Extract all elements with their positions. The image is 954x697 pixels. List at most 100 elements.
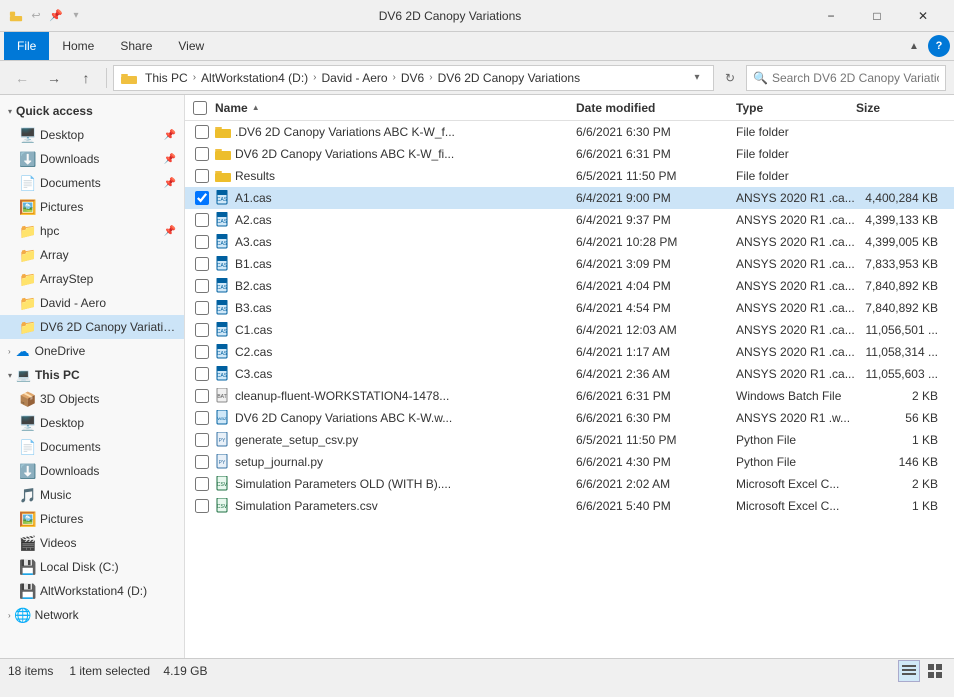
- sidebar-item-dv6-canopy[interactable]: 📁 DV6 2D Canopy Variations: [0, 315, 184, 339]
- col-size-header[interactable]: Size: [856, 101, 946, 115]
- address-dropdown-button[interactable]: ▾: [687, 66, 707, 90]
- sidebar-item-downloads[interactable]: ⬇️ Downloads 📌: [0, 147, 184, 171]
- file-checkbox-17[interactable]: [193, 497, 211, 515]
- address-bar[interactable]: This PC › AltWorkstation4 (D:) › David -…: [113, 65, 714, 91]
- file-checkbox-9[interactable]: [193, 321, 211, 339]
- refresh-button[interactable]: ↻: [718, 66, 742, 90]
- sidebar-item-documents[interactable]: 📄 Documents 📌: [0, 171, 184, 195]
- file-row[interactable]: CAS A1.cas 6/4/2021 9:00 PM ANSYS 2020 R…: [185, 187, 954, 209]
- file-row[interactable]: DV6 2D Canopy Variations ABC K-W_fi... 6…: [185, 143, 954, 165]
- file-checkbox-11[interactable]: [193, 365, 211, 383]
- file-checkbox-6[interactable]: [193, 255, 211, 273]
- file-checkbox-3[interactable]: [193, 189, 211, 207]
- file-row[interactable]: CAS A3.cas 6/4/2021 10:28 PM ANSYS 2020 …: [185, 231, 954, 253]
- dropdown-icon[interactable]: ▾: [68, 8, 84, 24]
- file-row[interactable]: CAS C2.cas 6/4/2021 1:17 AM ANSYS 2020 R…: [185, 341, 954, 363]
- address-part-david[interactable]: David - Aero: [319, 70, 391, 86]
- file-checkbox-13[interactable]: [193, 409, 211, 427]
- address-part-thispc[interactable]: This PC: [142, 70, 191, 86]
- sidebar-label-3d-objects: 3D Objects: [40, 392, 176, 406]
- sidebar-item-onedrive[interactable]: › ☁ OneDrive: [0, 339, 184, 363]
- this-pc-header[interactable]: ▾ 💻 This PC: [0, 363, 184, 387]
- address-part-canopy[interactable]: DV6 2D Canopy Variations: [435, 70, 584, 86]
- quick-access-icon[interactable]: [8, 8, 24, 24]
- up-button[interactable]: ↑: [72, 64, 100, 92]
- large-icons-view-button[interactable]: [924, 660, 946, 682]
- sidebar-item-arraystep[interactable]: 📁 ArrayStep: [0, 267, 184, 291]
- sidebar-item-local-disk[interactable]: 💾 Local Disk (C:): [0, 555, 184, 579]
- file-checkbox-8[interactable]: [193, 299, 211, 317]
- tab-file[interactable]: File: [4, 32, 49, 60]
- ribbon-collapse-button[interactable]: ▲: [900, 32, 928, 60]
- file-checkbox-1[interactable]: [193, 145, 211, 163]
- help-button[interactable]: ?: [928, 35, 950, 57]
- minimize-button[interactable]: −: [808, 0, 854, 32]
- maximize-button[interactable]: □: [854, 0, 900, 32]
- close-button[interactable]: ✕: [900, 0, 946, 32]
- file-checkbox-14[interactable]: [193, 431, 211, 449]
- svg-text:CAS: CAS: [217, 285, 228, 291]
- file-row[interactable]: WBZ DV6 2D Canopy Variations ABC K-W.w..…: [185, 407, 954, 429]
- sidebar-label-videos: Videos: [40, 536, 176, 550]
- file-row[interactable]: CSV Simulation Parameters OLD (WITH B)..…: [185, 473, 954, 495]
- select-all-checkbox[interactable]: [193, 101, 207, 115]
- file-row[interactable]: BAT cleanup-fluent-WORKSTATION4-1478... …: [185, 385, 954, 407]
- file-row[interactable]: CSV Simulation Parameters.csv 6/6/2021 5…: [185, 495, 954, 517]
- file-row[interactable]: CAS B3.cas 6/4/2021 4:54 PM ANSYS 2020 R…: [185, 297, 954, 319]
- file-checkbox-12[interactable]: [193, 387, 211, 405]
- sidebar-item-desktop[interactable]: 🖥️ Desktop 📌: [0, 123, 184, 147]
- undo-icon[interactable]: ↩: [28, 8, 44, 24]
- file-row[interactable]: CAS C1.cas 6/4/2021 12:03 AM ANSYS 2020 …: [185, 319, 954, 341]
- file-checkbox-5[interactable]: [193, 233, 211, 251]
- sidebar-item-music[interactable]: 🎵 Music: [0, 483, 184, 507]
- sidebar-item-david-aero[interactable]: 📁 David - Aero: [0, 291, 184, 315]
- sidebar-item-pictures2[interactable]: 🖼️ Pictures: [0, 507, 184, 531]
- sidebar-item-pictures[interactable]: 🖼️ Pictures: [0, 195, 184, 219]
- file-checkbox-4[interactable]: [193, 211, 211, 229]
- file-row[interactable]: PY generate_setup_csv.py 6/5/2021 11:50 …: [185, 429, 954, 451]
- address-part-drive[interactable]: AltWorkstation4 (D:): [198, 70, 311, 86]
- file-checkbox-16[interactable]: [193, 475, 211, 493]
- sidebar-item-desktop2[interactable]: 🖥️ Desktop: [0, 411, 184, 435]
- file-checkbox-15[interactable]: [193, 453, 211, 471]
- search-input[interactable]: [772, 71, 939, 85]
- forward-button[interactable]: →: [40, 64, 68, 92]
- pin-icon-desktop: 📌: [164, 130, 176, 141]
- search-box[interactable]: 🔍: [746, 65, 946, 91]
- file-row[interactable]: .DV6 2D Canopy Variations ABC K-W_f... 6…: [185, 121, 954, 143]
- file-checkbox-0[interactable]: [193, 123, 211, 141]
- sidebar-item-downloads2[interactable]: ⬇️ Downloads: [0, 459, 184, 483]
- onedrive-icon: ☁: [15, 343, 31, 359]
- col-date-header[interactable]: Date modified: [576, 101, 736, 115]
- sidebar-item-array[interactable]: 📁 Array: [0, 243, 184, 267]
- col-type-header[interactable]: Type: [736, 101, 856, 115]
- address-part-dv6[interactable]: DV6: [398, 70, 427, 86]
- sidebar-item-videos[interactable]: 🎬 Videos: [0, 531, 184, 555]
- pin-icon[interactable]: 📌: [48, 8, 64, 24]
- sidebar-item-3d-objects[interactable]: 📦 3D Objects: [0, 387, 184, 411]
- col-name-header[interactable]: Name ▲: [211, 101, 576, 115]
- sidebar-item-network[interactable]: › 🌐 Network: [0, 603, 184, 627]
- file-size-17: 1 KB: [856, 499, 946, 513]
- file-checkbox-10[interactable]: [193, 343, 211, 361]
- file-date-14: 6/5/2021 11:50 PM: [576, 433, 736, 447]
- file-icon-6: CAS: [215, 256, 231, 272]
- file-checkbox-2[interactable]: [193, 167, 211, 185]
- file-row[interactable]: CAS C3.cas 6/4/2021 2:36 AM ANSYS 2020 R…: [185, 363, 954, 385]
- file-row[interactable]: CAS A2.cas 6/4/2021 9:37 PM ANSYS 2020 R…: [185, 209, 954, 231]
- quick-access-header[interactable]: ▾ Quick access: [0, 99, 184, 123]
- sidebar-item-documents2[interactable]: 📄 Documents: [0, 435, 184, 459]
- details-view-button[interactable]: [898, 660, 920, 682]
- file-row[interactable]: Results 6/5/2021 11:50 PM File folder: [185, 165, 954, 187]
- tab-home[interactable]: Home: [49, 32, 107, 60]
- arraystep-icon: 📁: [20, 271, 36, 287]
- back-button[interactable]: ←: [8, 64, 36, 92]
- file-row[interactable]: CAS B1.cas 6/4/2021 3:09 PM ANSYS 2020 R…: [185, 253, 954, 275]
- file-row[interactable]: PY setup_journal.py 6/6/2021 4:30 PM Pyt…: [185, 451, 954, 473]
- sidebar-item-hpc[interactable]: 📁 hpc 📌: [0, 219, 184, 243]
- sidebar-item-alt-workstation[interactable]: 💾 AltWorkstation4 (D:): [0, 579, 184, 603]
- file-row[interactable]: CAS B2.cas 6/4/2021 4:04 PM ANSYS 2020 R…: [185, 275, 954, 297]
- tab-share[interactable]: Share: [107, 32, 165, 60]
- tab-view[interactable]: View: [165, 32, 217, 60]
- file-checkbox-7[interactable]: [193, 277, 211, 295]
